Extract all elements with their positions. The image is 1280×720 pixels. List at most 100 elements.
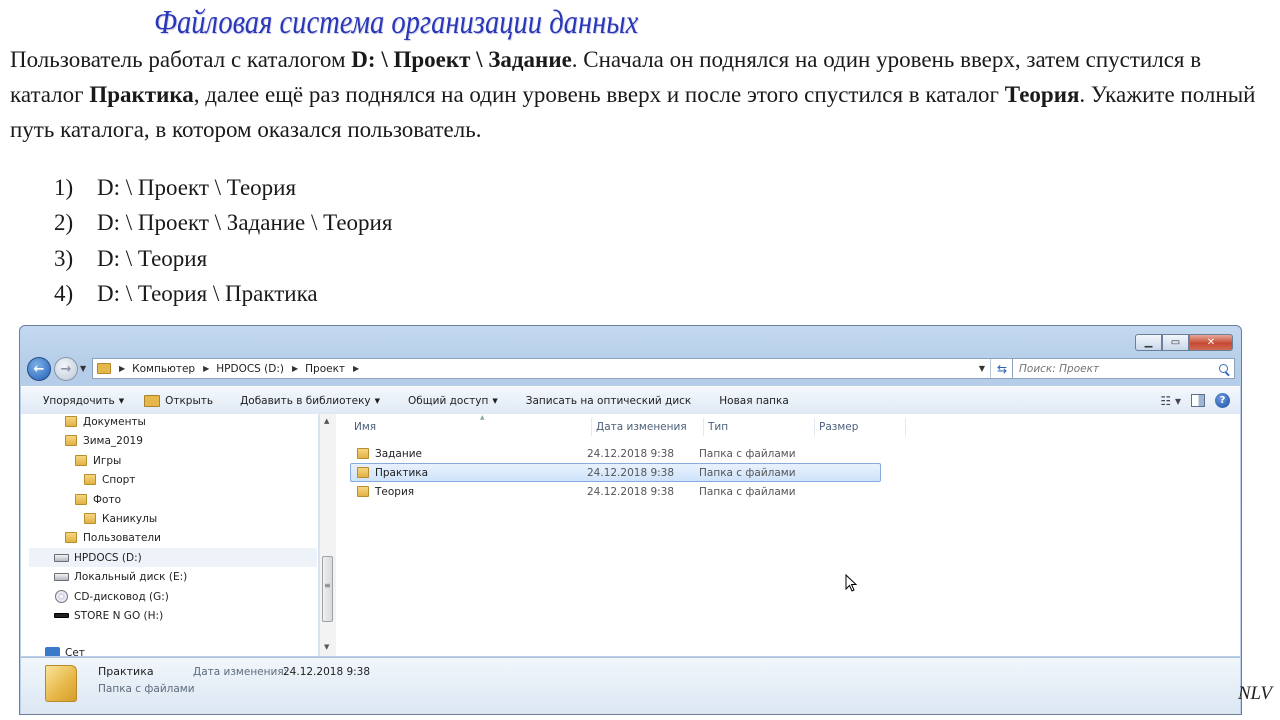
drive-icon (54, 572, 69, 581)
folder-icon (357, 486, 369, 497)
answer-number: 4) (54, 280, 74, 306)
scroll-thumb[interactable] (322, 556, 333, 622)
chevron-down-icon: ▼ (374, 396, 381, 405)
details-date: 24.12.2018 9:38 (283, 666, 371, 678)
burn-disc-button[interactable]: Записать на оптический диск (508, 387, 702, 414)
recent-pages-dropdown[interactable]: ▼ (80, 364, 86, 373)
tree-item-local-disk-e[interactable]: Локальный диск (E:) (54, 567, 187, 586)
add-to-library-button[interactable]: Добавить в библиотеку ▼ (223, 387, 390, 414)
column-header-size[interactable]: Размер (815, 418, 906, 436)
forward-button[interactable]: → (54, 357, 78, 381)
column-header-date[interactable]: Дата изменения (592, 418, 704, 436)
tree-item-winter-2019[interactable]: Зима_2019 (65, 431, 143, 450)
breadcrumb-drive[interactable]: HPDOCS (D:) ▶ (216, 363, 305, 375)
answer-option: 1) D: \ Проект \ Теория (54, 170, 392, 205)
answer-list: 1) D: \ Проект \ Теория 2) D: \ Проект \ З… (54, 170, 392, 311)
answer-text: D: \ Теория \ Практика (97, 280, 318, 306)
open-label: Открыть (165, 394, 214, 407)
search-icon[interactable] (1219, 364, 1228, 373)
search-input[interactable] (1019, 362, 1209, 375)
address-bar[interactable]: ▶ Компьютер ▶ HPDOCS (D:) ▶ Проект ▶ ▼ ⇆ (92, 358, 1014, 379)
search-box[interactable] (1012, 358, 1235, 379)
answer-number: 3) (54, 245, 74, 271)
column-header-label: Дата изменения (596, 421, 687, 433)
share-button[interactable]: Общий доступ ▼ (390, 387, 508, 414)
close-button[interactable]: ✕ (1189, 334, 1233, 351)
column-header-label: Тип (708, 421, 729, 433)
back-button[interactable]: ← (27, 357, 51, 381)
file-row[interactable]: Задание 24.12.2018 9:38 Папка с файлами (350, 444, 881, 463)
file-name: Практика (351, 467, 587, 479)
answer-text: D: \ Теория (97, 245, 208, 271)
new-folder-button[interactable]: Новая папка (701, 387, 799, 414)
address-dropdown-icon[interactable]: ▼ (974, 364, 990, 373)
breadcrumb-label: Компьютер (132, 362, 196, 375)
tree-item-store-n-go[interactable]: STORE N GO (H:) (54, 606, 163, 625)
folder-icon (65, 416, 77, 427)
scroll-up-icon[interactable]: ▲ (324, 417, 329, 425)
open-button[interactable]: Открыть (134, 387, 223, 414)
add-to-library-label: Добавить в библиотеку (240, 394, 371, 407)
tree-item-label: Фото (93, 493, 122, 506)
toolbar-right: ☷ ▾ ? (1160, 393, 1240, 408)
tree-item-users[interactable]: Пользователи (65, 528, 161, 547)
tree-item-documents[interactable]: Документы (65, 414, 146, 431)
navigation-scrollbar[interactable]: ▲ ▼ (319, 414, 336, 656)
tree-item-sport[interactable]: Спорт (84, 470, 135, 489)
tree-item-label: Спорт (102, 473, 136, 486)
organize-label: Упорядочить (43, 394, 115, 407)
breadcrumb-root[interactable]: ▶ (117, 364, 132, 373)
tree-item-label: Документы (83, 415, 146, 428)
folder-icon (84, 513, 96, 524)
navigation-bar: ← → ▼ ▶ Компьютер ▶ HPDOCS (D:) ▶ Проект ▶ … (26, 355, 1235, 383)
breadcrumb-project[interactable]: Проект ▶ (305, 363, 366, 375)
minimize-button[interactable]: ▁ (1135, 334, 1162, 351)
help-icon[interactable]: ? (1215, 393, 1230, 408)
tree-item-label: Каникулы (102, 512, 158, 525)
answer-text: D: \ Проект \ Задание \ Теория (97, 210, 393, 236)
network-icon (45, 647, 60, 656)
chevron-down-icon: ▼ (118, 396, 125, 405)
maximize-button[interactable]: ▭ (1162, 334, 1189, 351)
burn-label: Записать на оптический диск (525, 394, 692, 407)
refresh-icon[interactable]: ⇆ (990, 359, 1013, 378)
view-options-icon[interactable]: ☷ ▾ (1160, 394, 1181, 408)
folder-icon (84, 474, 96, 485)
file-name-label: Практика (375, 466, 429, 479)
tree-item-label: Локальный диск (E:) (74, 570, 188, 583)
file-type: Папка с файлами (699, 485, 796, 498)
tree-item-label: Сет (65, 647, 85, 656)
column-header-type[interactable]: Тип (704, 418, 815, 436)
tree-item-photo[interactable]: Фото (75, 490, 121, 509)
navigation-pane: Документы Зима_2019 Игры Спорт Фото Кани… (21, 414, 319, 656)
organize-button[interactable]: Упорядочить ▼ (21, 387, 134, 414)
tree-item-network[interactable]: Сет (45, 647, 85, 656)
breadcrumb-computer[interactable]: Компьютер ▶ (132, 363, 216, 375)
file-row[interactable]: Теория 24.12.2018 9:38 Папка с файлами (350, 482, 881, 501)
folder-icon (65, 435, 77, 446)
answer-option: 3) D: \ Теория (54, 241, 392, 276)
tree-item-hpdocs[interactable]: HPDOCS (D:) (29, 548, 317, 567)
column-header-name[interactable]: ▲ Имя (350, 414, 592, 436)
tree-item-cd-drive[interactable]: CD-дисковод (G:) (55, 587, 169, 606)
file-row-selected[interactable]: Практика 24.12.2018 9:38 Папка с файлами (350, 463, 881, 482)
tree-item-games[interactable]: Игры (75, 451, 121, 470)
tree-item-label: STORE N GO (H:) (74, 609, 164, 622)
folder-icon (97, 363, 111, 374)
slide-title: Файловая система организации данных (154, 4, 639, 41)
folder-icon (357, 467, 369, 478)
file-name: Задание (351, 448, 587, 460)
tree-item-holidays[interactable]: Каникулы (84, 509, 157, 528)
preview-pane-icon[interactable] (1191, 394, 1205, 407)
answer-text: D: \ Проект \ Теория (97, 175, 297, 200)
details-name: Практика (98, 665, 154, 678)
column-header-label: Имя (354, 421, 377, 433)
tree-item-label: CD-дисковод (G:) (74, 590, 169, 603)
explorer-window: ▁ ▭ ✕ ← → ▼ ▶ Компьютер ▶ HPDOCS (D:) ▶ Пр… (19, 325, 1242, 715)
command-bar: Упорядочить ▼ Открыть Добавить в библиоте… (21, 386, 1240, 415)
usb-drive-icon (54, 613, 69, 618)
file-type: Папка с файлами (699, 447, 796, 460)
chevron-right-icon: ▶ (291, 364, 299, 373)
scroll-down-icon[interactable]: ▼ (324, 643, 329, 651)
share-label: Общий доступ (408, 394, 489, 407)
